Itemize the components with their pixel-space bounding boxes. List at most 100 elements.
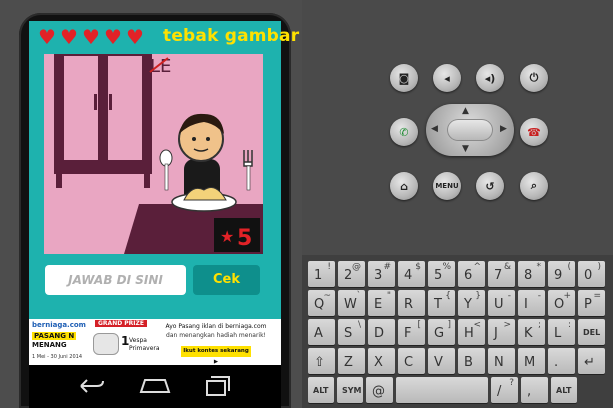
key-4[interactable]: 4 $	[398, 261, 425, 287]
heart-icon: ♥	[82, 25, 100, 49]
key-X[interactable]: X	[368, 348, 395, 374]
key-label: G	[434, 326, 445, 341]
key-alt-label: <	[473, 320, 481, 330]
volume-up-icon: ◂)	[484, 71, 496, 85]
key-V[interactable]: V	[428, 348, 455, 374]
key-u46[interactable]: .	[548, 348, 575, 374]
key-I[interactable]: I-	[518, 290, 545, 316]
key-S[interactable]: S \	[338, 319, 365, 345]
key-DEL[interactable]: DEL	[578, 319, 605, 345]
dpad-down-icon[interactable]: ▼	[462, 144, 469, 154]
key-0[interactable]: 0)	[578, 261, 605, 287]
menu-button[interactable]: MENU	[433, 172, 461, 200]
key-u44[interactable]: ,	[521, 377, 548, 403]
key-6[interactable]: 6 ^	[458, 261, 485, 287]
key-3[interactable]: 3 #	[368, 261, 395, 287]
scooter-image	[93, 333, 119, 355]
key-u8679[interactable]: ⇧	[308, 348, 335, 374]
key-u8629[interactable]: ↵	[578, 348, 605, 374]
back-button[interactable]: ↺	[476, 172, 504, 200]
key-G[interactable]: G]	[428, 319, 455, 345]
ad-cta-button[interactable]: Ikut kontes sekarang ▶	[181, 346, 251, 365]
power-button[interactable]: ⏻	[520, 64, 548, 92]
power-icon: ⏻	[529, 71, 539, 84]
key-H[interactable]: H <	[458, 319, 485, 345]
call-button[interactable]: ✆	[390, 118, 418, 146]
key-Z[interactable]: Z	[338, 348, 365, 374]
key-alt-label: {	[445, 291, 451, 301]
answer-input[interactable]	[45, 265, 186, 295]
key-C[interactable]: C	[398, 348, 425, 374]
key-U[interactable]: U-	[488, 290, 515, 316]
key-alt-label: @	[352, 262, 361, 272]
ad-headline: Ayo Pasang iklan di berniaga.com	[165, 323, 267, 330]
key-N[interactable]: N	[488, 348, 515, 374]
volume-down-icon: ◂	[444, 71, 450, 85]
key-T[interactable]: T{	[428, 290, 455, 316]
lives-indicator: ♥ ♥ ♥ ♥ ♥	[38, 25, 146, 49]
key-W[interactable]: W `	[338, 290, 365, 316]
key-1[interactable]: 1!	[308, 261, 335, 287]
key-9[interactable]: 9(	[548, 261, 575, 287]
star-count: 5	[237, 226, 252, 251]
recent-apps-icon[interactable]	[205, 375, 231, 397]
back-icon[interactable]	[77, 377, 107, 395]
search-button[interactable]: ⌕	[520, 172, 548, 200]
key-label: P	[584, 297, 592, 312]
key-u47[interactable]: /?	[491, 377, 518, 403]
cek-button[interactable]: Cek	[193, 265, 260, 295]
key-label: ALT	[313, 386, 329, 395]
key-K[interactable]: K;	[518, 319, 545, 345]
key-label: H	[464, 326, 474, 341]
ad-grand-prize: GRAND PRIZE	[95, 320, 147, 327]
key-5[interactable]: 5%	[428, 261, 455, 287]
key-M[interactable]: M	[518, 348, 545, 374]
key-8[interactable]: 8 *	[518, 261, 545, 287]
key-alt-label: #	[383, 262, 391, 272]
key-E[interactable]: E "	[368, 290, 395, 316]
volume-up-button[interactable]: ◂)	[476, 64, 504, 92]
dpad-center-button[interactable]	[447, 119, 493, 141]
end-call-button[interactable]: ☎	[520, 118, 548, 146]
key-space[interactable]	[396, 377, 488, 403]
key-alt-label: ;	[537, 320, 541, 330]
key-J[interactable]: J >	[488, 319, 515, 345]
key-alt-label: (	[567, 262, 571, 272]
key-A[interactable]: A	[308, 319, 335, 345]
key-R[interactable]: R	[398, 290, 425, 316]
key-Q[interactable]: Q ~	[308, 290, 335, 316]
dpad-up-icon[interactable]: ▲	[462, 106, 469, 116]
key-alt-label: +	[563, 291, 571, 301]
key-D[interactable]: D	[368, 319, 395, 345]
key-2[interactable]: 2 @	[338, 261, 365, 287]
key-O[interactable]: O +	[548, 290, 575, 316]
key-SYM[interactable]: SYM	[337, 377, 363, 403]
key-F[interactable]: F[	[398, 319, 425, 345]
key-7[interactable]: 7 &	[488, 261, 515, 287]
home-icon[interactable]	[139, 376, 171, 396]
key-L[interactable]: L:	[548, 319, 575, 345]
key-ALT[interactable]: ALT	[551, 377, 577, 403]
key-alt-label: }	[475, 291, 481, 301]
key-alt-label: :	[567, 320, 571, 330]
ad-slogan-1: PASANG N	[32, 332, 77, 340]
android-nav-bar	[29, 365, 281, 408]
key-ALT[interactable]: ALT	[308, 377, 334, 403]
key-alt-label: =	[593, 291, 601, 301]
home-button[interactable]: ⌂	[390, 172, 418, 200]
camera-button[interactable]: ◙	[390, 64, 418, 92]
dpad-right-icon[interactable]: ▶	[500, 124, 507, 134]
key-u64[interactable]: @	[366, 377, 393, 403]
ad-banner[interactable]: berniaga.com PASANG N MENANG 1 Mei - 30 …	[29, 319, 281, 365]
puzzle-picture: LE ★ 5	[44, 54, 263, 254]
key-label: W	[344, 297, 357, 312]
ad-prize-panel: GRAND PRIZE 1 Vespa Primavera	[91, 319, 160, 365]
key-B[interactable]: B	[458, 348, 485, 374]
key-label: /	[497, 384, 502, 399]
key-P[interactable]: P =	[578, 290, 605, 316]
key-label: V	[434, 355, 443, 370]
key-Y[interactable]: Y}	[458, 290, 485, 316]
ad-period: 1 Mei - 30 Juni 2014	[32, 354, 82, 360]
dpad-left-icon[interactable]: ◀	[431, 124, 438, 134]
volume-down-button[interactable]: ◂	[433, 64, 461, 92]
